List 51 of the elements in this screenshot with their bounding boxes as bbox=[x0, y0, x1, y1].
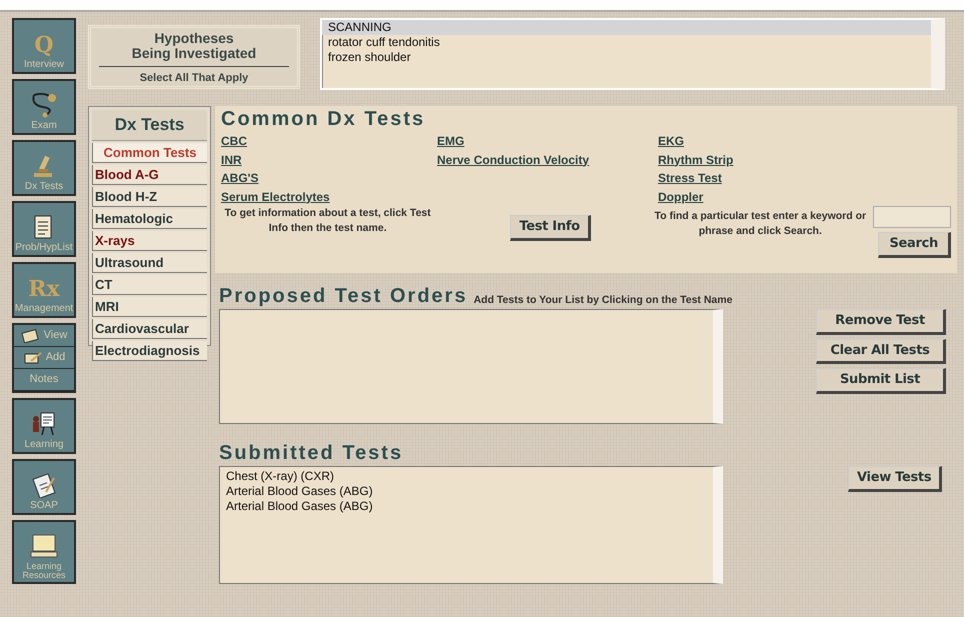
category-tab[interactable]: Common Tests bbox=[92, 142, 207, 162]
pencil-note-icon bbox=[22, 350, 43, 364]
panel-subtitle: Select All That Apply bbox=[99, 66, 289, 86]
test-link[interactable]: EMG bbox=[437, 132, 464, 150]
category-tab[interactable]: X-rays bbox=[92, 230, 207, 250]
category-tab[interactable]: Cardiovascular bbox=[92, 318, 207, 338]
action-button[interactable]: Submit List bbox=[816, 368, 946, 394]
search-field[interactable] bbox=[872, 206, 951, 228]
submitted-tests-list[interactable]: Chest (X-ray) (CXR) Arterial Blood Gases (ABG) Arterial Blood Gases (ABG) bbox=[219, 466, 723, 584]
category-tab[interactable]: MRI bbox=[92, 296, 207, 316]
section-title: Proposed Test Orders bbox=[218, 284, 468, 309]
panel-title: Hypotheses bbox=[153, 31, 235, 46]
notebook-icon bbox=[20, 328, 41, 342]
list-item: Arterial Blood Gases (ABG) bbox=[226, 499, 374, 514]
section-title: Submitted Tests bbox=[218, 441, 404, 466]
test-link[interactable]: Serum Electrolytes bbox=[221, 188, 330, 206]
category-tab[interactable]: Ultrasound bbox=[92, 252, 207, 272]
test-link[interactable]: ABG'S bbox=[221, 169, 259, 188]
action-button[interactable]: Clear All Tests bbox=[816, 338, 946, 364]
action-button[interactable]: Remove Test bbox=[816, 309, 946, 334]
test-link[interactable]: Nerve Conduction Velocity bbox=[437, 150, 590, 169]
search-instructions: To find a particular test enter a keyword or phrase and click Search. bbox=[654, 209, 867, 239]
test-link[interactable]: EKG bbox=[658, 132, 684, 150]
test-link[interactable]: INR bbox=[221, 150, 242, 169]
test-info-button[interactable]: Test Info bbox=[510, 215, 591, 240]
panel-title: Being Investigated bbox=[130, 46, 258, 62]
panel-title: Dx Tests bbox=[92, 110, 207, 140]
info-instructions: To get information about a test, click Test Info then the test name. bbox=[224, 206, 432, 236]
test-link[interactable]: Stress Test bbox=[658, 169, 722, 188]
list-item[interactable]: frozen shoulder bbox=[322, 50, 931, 65]
view-tests-button[interactable]: View Tests bbox=[848, 466, 942, 492]
category-tab[interactable]: Blood A-G bbox=[92, 164, 207, 184]
category-tab[interactable]: Hematologic bbox=[92, 208, 207, 228]
proposed-tests-list[interactable] bbox=[219, 309, 723, 424]
category-tab[interactable]: Blood H-Z bbox=[92, 186, 207, 206]
stethoscope-icon bbox=[30, 92, 58, 118]
test-link[interactable]: Rhythm Strip bbox=[658, 150, 734, 169]
list-item[interactable]: rotator cuff tendonitis bbox=[322, 35, 931, 50]
test-link[interactable]: CBC bbox=[221, 132, 247, 150]
search-button[interactable]: Search bbox=[878, 232, 951, 258]
category-tab[interactable]: Electrodiagnosis bbox=[92, 340, 207, 360]
list-item: Arterial Blood Gases (ABG) bbox=[226, 484, 374, 499]
section-title: Common Dx Tests bbox=[221, 107, 426, 132]
hypotheses-list[interactable]: SCANNING rotator cuff tendonitis frozen shoulder bbox=[320, 18, 945, 90]
list-item: Chest (X-ray) (CXR) bbox=[226, 469, 336, 484]
notes-label: Notes bbox=[14, 369, 74, 391]
instruction-text: Add Tests to Your List by Clicking on the Test Name bbox=[474, 293, 732, 308]
category-tab[interactable]: CT bbox=[92, 274, 207, 294]
test-link[interactable]: Doppler bbox=[658, 188, 704, 206]
list-item[interactable]: SCANNING bbox=[322, 20, 931, 35]
computer-icon bbox=[30, 533, 58, 559]
